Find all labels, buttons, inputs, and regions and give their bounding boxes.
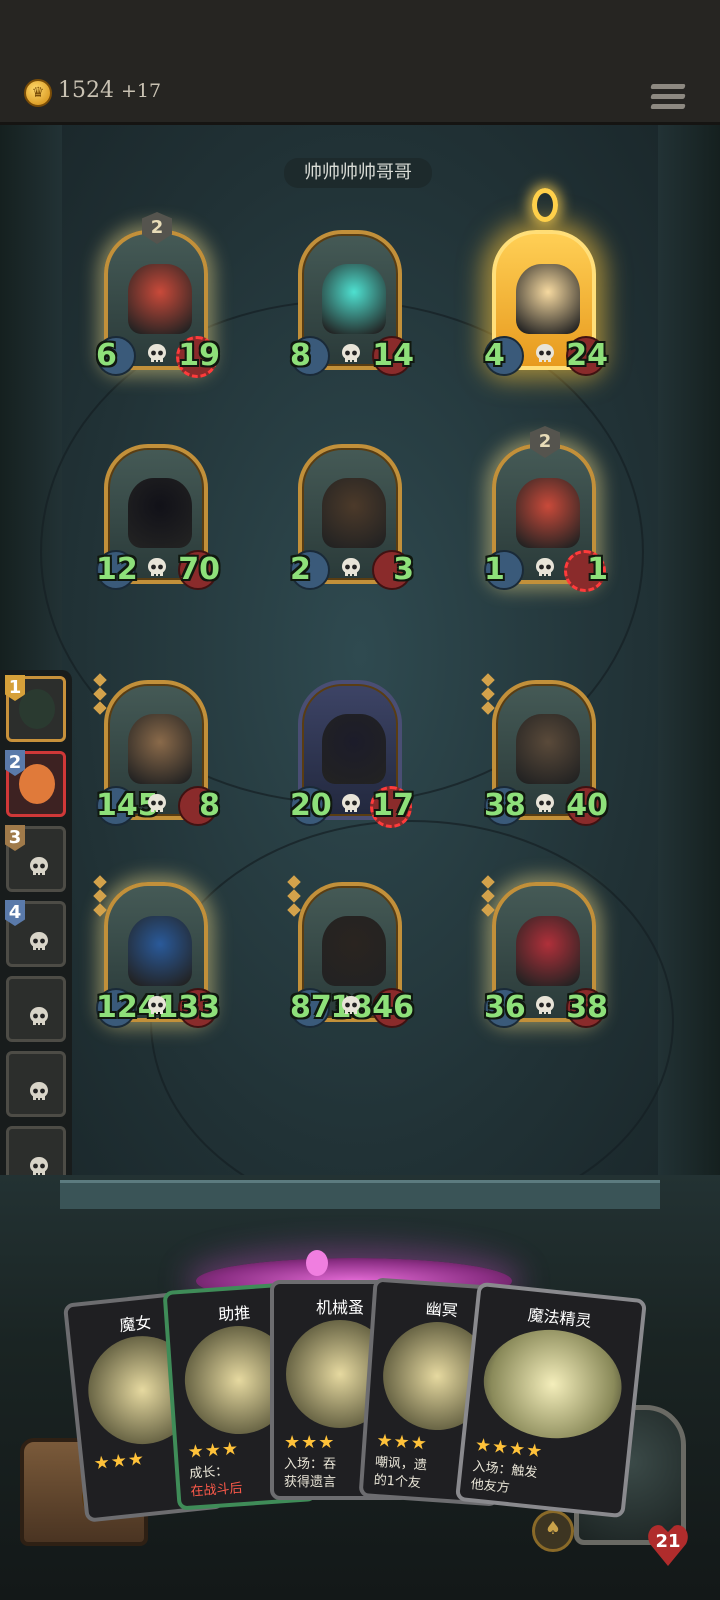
unit-portrait <box>128 916 192 986</box>
board-unit[interactable]: 124 133 <box>93 870 220 1030</box>
skull-icon <box>342 558 360 576</box>
leaderboard-player[interactable]: 3 <box>5 825 66 892</box>
board-unit[interactable]: 36 38 <box>481 870 608 1030</box>
unit-attack: 36 <box>484 990 526 1025</box>
unit-health: 19 <box>178 338 220 373</box>
unit-portrait <box>516 264 580 334</box>
player-avatar <box>19 764 55 804</box>
unit-health: 70 <box>178 552 220 587</box>
skull-icon <box>30 1007 48 1025</box>
gold-counter: 1524 +17 <box>58 78 161 103</box>
unit-portrait <box>322 916 386 986</box>
stone-ledge <box>60 1180 660 1209</box>
board-unit[interactable]: 145 8 <box>93 668 220 828</box>
unit-health: 1 <box>587 552 608 587</box>
skull-icon <box>30 857 48 875</box>
hamburger-menu-icon <box>650 84 686 89</box>
leaderboard-player[interactable] <box>6 976 66 1042</box>
skull-icon <box>536 344 554 362</box>
unit-attack: 12 <box>96 552 138 587</box>
leaderboard-player[interactable]: 4 <box>5 900 66 967</box>
unit-attack: 1 <box>484 552 505 587</box>
unit-health: 40 <box>566 788 608 823</box>
unit-health: 24 <box>566 338 608 373</box>
unit-health: 17 <box>372 788 414 823</box>
card-description: 入场：触发 他友方 <box>470 1458 591 1506</box>
board-unit[interactable]: 8 14 <box>290 218 414 378</box>
board-unit[interactable]: 6 19 2 <box>96 212 220 378</box>
board-unit[interactable]: 112 <box>484 426 608 592</box>
unit-portrait <box>322 478 386 548</box>
card-stars: ★★★ <box>92 1448 147 1475</box>
gold-amount: 1524 <box>58 78 114 103</box>
unit-health: 3 <box>393 552 414 587</box>
cauldron-bubble <box>306 1250 328 1276</box>
unit-health: 38 <box>566 990 608 1025</box>
unit-portrait <box>128 478 192 548</box>
hand-card[interactable]: 魔法精灵 ★★★★ 入场：触发 他友方 <box>454 1281 648 1519</box>
card-art <box>478 1323 627 1446</box>
skull-icon <box>148 558 166 576</box>
unit-portrait <box>128 264 192 334</box>
leaderboard-rank: 3 <box>5 825 25 851</box>
upgrade-tavern-button[interactable]: ♠ <box>532 1510 574 1552</box>
skull-icon <box>148 996 166 1014</box>
skull-icon <box>148 344 166 362</box>
leaderboard-player[interactable]: 2 <box>5 750 66 817</box>
skull-icon <box>148 794 166 812</box>
board-unit[interactable]: 873 1846 <box>287 870 414 1030</box>
player-avatar <box>19 689 55 729</box>
leaderboard-rank: 4 <box>5 900 25 926</box>
gold-coin-icon: ♛ <box>24 79 52 107</box>
skull-icon <box>342 344 360 362</box>
unit-attack: 38 <box>484 788 526 823</box>
unit-attack: 2 <box>290 552 311 587</box>
upgrade-pips <box>481 673 495 716</box>
skull-icon <box>342 996 360 1014</box>
unit-portrait <box>128 714 192 784</box>
golden-ring-icon <box>532 188 558 222</box>
skull-icon <box>536 558 554 576</box>
unit-attack: 20 <box>290 788 332 823</box>
board-unit[interactable]: 38 40 <box>481 668 608 828</box>
unit-health: 8 <box>199 788 220 823</box>
unit-attack: 4 <box>484 338 505 373</box>
leaderboard-player[interactable] <box>6 1051 66 1117</box>
unit-health: 14 <box>372 338 414 373</box>
card-stars: ★★★ <box>284 1432 336 1453</box>
top-bar: ♛ 1524 +17 <box>0 0 720 125</box>
unit-portrait <box>516 478 580 548</box>
upgrade-pips <box>481 875 495 918</box>
skull-icon <box>536 794 554 812</box>
unit-portrait <box>322 264 386 334</box>
skull-icon <box>30 1082 48 1100</box>
leaderboard-player[interactable]: 1 <box>5 675 66 742</box>
upgrade-pips <box>93 673 107 716</box>
unit-portrait <box>322 714 386 784</box>
unit-portrait <box>516 916 580 986</box>
skull-icon <box>30 932 48 950</box>
unit-attack: 6 <box>96 338 117 373</box>
board-unit[interactable]: 23 <box>290 432 414 592</box>
right-wall <box>658 125 720 1275</box>
menu-button[interactable] <box>650 84 686 114</box>
upgrade-pips <box>287 875 301 918</box>
unit-attack: 8 <box>290 338 311 373</box>
unit-portrait <box>516 714 580 784</box>
board-unit[interactable]: 20 17 <box>290 668 414 828</box>
skull-icon <box>342 794 360 812</box>
card-stars: ★★★ <box>375 1429 429 1455</box>
card-stars: ★★★★ <box>473 1434 545 1463</box>
upgrade-pips <box>93 875 107 918</box>
opponent-name: 帅帅帅帅哥哥 <box>284 158 432 188</box>
crest-icon: ♠ <box>544 1518 562 1539</box>
skull-icon <box>536 996 554 1014</box>
gold-gain: +17 <box>121 80 162 102</box>
board-unit[interactable]: 12 70 <box>96 432 220 592</box>
board-unit[interactable]: 4 24 <box>484 188 608 378</box>
card-stars: ★★★ <box>187 1438 240 1463</box>
